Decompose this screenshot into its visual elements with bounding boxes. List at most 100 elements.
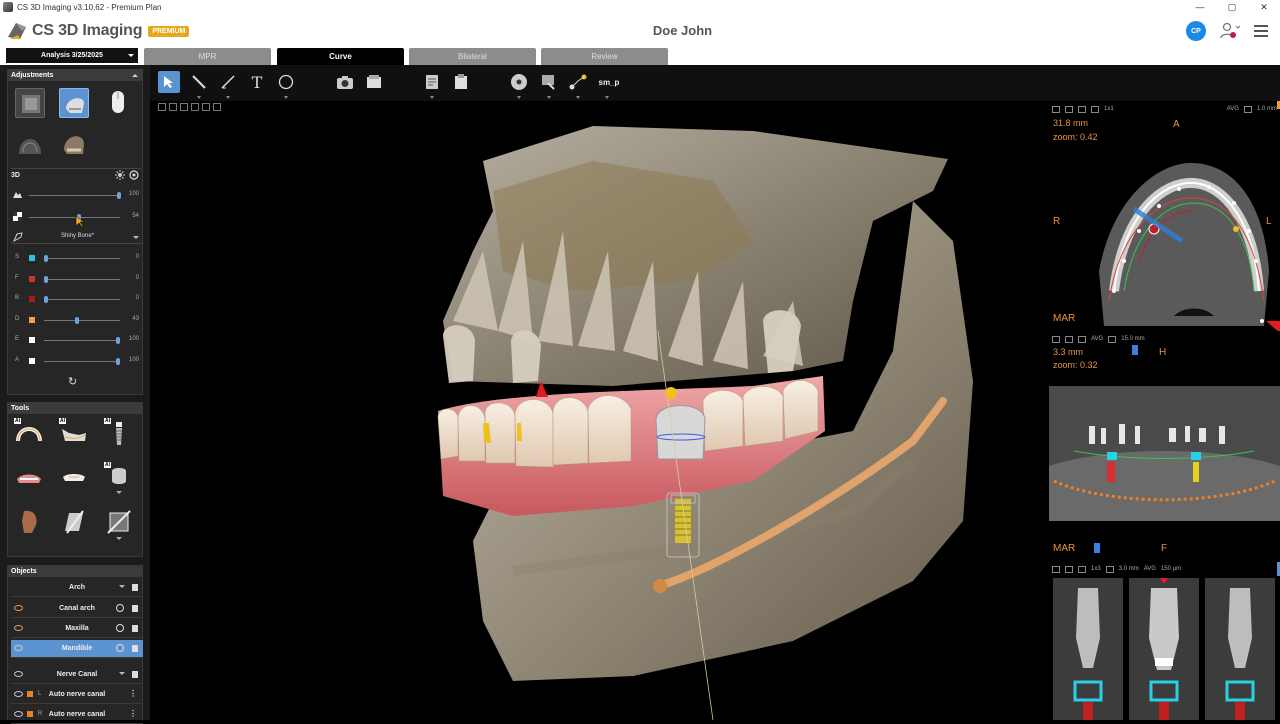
- preset-dropdown[interactable]: Shiny Bone*: [11, 230, 143, 244]
- slice-icon[interactable]: [1078, 105, 1086, 113]
- orient-icon[interactable]: [202, 103, 210, 111]
- copy-icon[interactable]: [213, 103, 221, 111]
- object-row-nerve-right[interactable]: R Auto nerve canal ⋮: [11, 706, 143, 724]
- arch-tool[interactable]: AI: [14, 418, 44, 449]
- collapse-icon[interactable]: [132, 74, 138, 77]
- axial-viewport[interactable]: 1x1 AVG 1.0 mm 31.8 mm zoom: 0.42 A R L …: [1049, 101, 1280, 331]
- copy-icon[interactable]: [1108, 335, 1117, 343]
- slider-knob[interactable]: [44, 296, 48, 303]
- channel-color-swatch[interactable]: [29, 275, 35, 282]
- report-button[interactable]: [421, 71, 443, 99]
- trash-icon[interactable]: [132, 645, 138, 652]
- tab-bilateral[interactable]: Bilateral: [409, 48, 536, 65]
- layout-icon[interactable]: [1065, 105, 1073, 113]
- tab-review[interactable]: Review: [541, 48, 668, 65]
- trash-icon[interactable]: [132, 671, 138, 678]
- slider-knob[interactable]: [117, 192, 121, 199]
- channel-slider-d[interactable]: D 43: [11, 313, 143, 327]
- smp-button[interactable]: sm_p: [596, 71, 622, 99]
- cross-section-viewport[interactable]: MAR F 1x3 3.0 mm AVG 150 µm: [1049, 536, 1280, 720]
- trash-icon[interactable]: [132, 605, 138, 612]
- arch-group-row[interactable]: Arch: [11, 579, 143, 597]
- target-icon[interactable]: [116, 644, 124, 652]
- measure-line-button[interactable]: [188, 71, 210, 99]
- channel-slider-s[interactable]: S0: [11, 251, 143, 265]
- channel-color-swatch[interactable]: [29, 255, 35, 261]
- fit-icon[interactable]: [180, 103, 188, 111]
- burn-disc-button[interactable]: [508, 71, 530, 99]
- adjustments-header[interactable]: Adjustments: [8, 70, 142, 81]
- slider-knob[interactable]: [44, 275, 48, 283]
- settings-icon[interactable]: [129, 170, 139, 180]
- ai-segment-tool[interactable]: AI: [104, 462, 134, 494]
- cut-tool[interactable]: [104, 507, 134, 540]
- grid-icon[interactable]: [191, 103, 199, 111]
- nerve-group-row[interactable]: Nerve Canal: [11, 666, 143, 684]
- chevron-down-icon[interactable]: [119, 672, 125, 675]
- render-mode-slice-thumb[interactable]: [15, 88, 45, 118]
- measure-angle-button[interactable]: [217, 71, 239, 99]
- channel-slider-e[interactable]: E 100: [11, 333, 143, 347]
- export-button[interactable]: [363, 71, 385, 93]
- object-row-maxilla[interactable]: Maxilla: [11, 620, 143, 638]
- object-row-mandible[interactable]: Mandible: [11, 640, 143, 658]
- layout-icon[interactable]: [169, 103, 177, 111]
- clipboard-button[interactable]: [450, 71, 472, 93]
- analysis-selector[interactable]: Analysis 3/25/2025: [6, 48, 138, 63]
- tab-curve[interactable]: Curve: [277, 48, 404, 65]
- render-mode-volume-thumb[interactable]: [59, 88, 89, 118]
- mouse-icon[interactable]: [103, 88, 133, 118]
- camera-icon[interactable]: [158, 103, 166, 111]
- copy-icon[interactable]: [1105, 565, 1114, 573]
- avatar[interactable]: CP: [1186, 21, 1206, 41]
- close-button[interactable]: ✕: [1248, 0, 1280, 14]
- channel-slider-a[interactable]: A 100: [11, 354, 143, 368]
- text-tool-button[interactable]: T: [246, 71, 268, 93]
- trash-icon[interactable]: [132, 584, 138, 591]
- brightness-slider[interactable]: 100: [11, 188, 143, 202]
- slice-icon[interactable]: [1078, 565, 1086, 573]
- viewport-3d[interactable]: [153, 101, 1046, 720]
- channel-slider-f[interactable]: F0: [11, 272, 143, 286]
- copy-icon[interactable]: [1243, 105, 1252, 113]
- lighting-icon[interactable]: [115, 170, 125, 180]
- share-button[interactable]: [538, 71, 560, 99]
- camera-icon[interactable]: [1052, 565, 1060, 573]
- reset-icon[interactable]: ↻: [68, 375, 77, 388]
- channel-color-swatch[interactable]: [29, 316, 35, 323]
- render-mode-mip-thumb[interactable]: [15, 128, 45, 158]
- channel-slider-b[interactable]: B0: [11, 292, 143, 306]
- select-tool-button[interactable]: [158, 71, 180, 93]
- more-icon[interactable]: ⋮: [129, 689, 137, 698]
- channel-color-swatch[interactable]: [29, 337, 35, 343]
- slider-knob[interactable]: [74, 316, 79, 324]
- implant-tool[interactable]: AI: [104, 418, 134, 449]
- target-icon[interactable]: [116, 624, 124, 632]
- snapshot-button[interactable]: [334, 71, 356, 93]
- object-row-canal-arch[interactable]: Canal arch: [11, 600, 143, 618]
- camera-icon[interactable]: [1052, 335, 1060, 343]
- camera-icon[interactable]: [1052, 105, 1060, 113]
- contrast-slider[interactable]: 54: [11, 210, 143, 228]
- layout-icon[interactable]: [1065, 565, 1073, 573]
- slider-knob[interactable]: [116, 357, 120, 365]
- crown-tool[interactable]: [14, 463, 44, 493]
- slider-knob[interactable]: [116, 337, 120, 344]
- guide-tool[interactable]: [59, 463, 89, 493]
- panoramic-viewport[interactable]: AVG 15.0 mm 3.3 mm zoom: 0.32 H: [1049, 331, 1280, 536]
- target-icon[interactable]: [116, 604, 124, 612]
- workflow-button[interactable]: [567, 71, 589, 99]
- clip-tool[interactable]: [59, 507, 89, 537]
- tab-mpr[interactable]: MPR: [144, 48, 271, 65]
- nerve-tool[interactable]: AI: [59, 418, 89, 449]
- render-mode-skin-thumb[interactable]: [59, 128, 89, 158]
- chevron-down-icon[interactable]: [119, 585, 125, 588]
- slider-knob[interactable]: [44, 255, 48, 262]
- minimize-button[interactable]: —: [1184, 0, 1216, 14]
- more-icon[interactable]: ⋮: [129, 709, 137, 718]
- trash-icon[interactable]: [132, 625, 138, 632]
- layout-icon[interactable]: [1065, 335, 1073, 343]
- user-settings-icon[interactable]: [1220, 22, 1240, 40]
- channel-color-swatch[interactable]: [29, 357, 35, 364]
- circle-tool-button[interactable]: [275, 71, 297, 99]
